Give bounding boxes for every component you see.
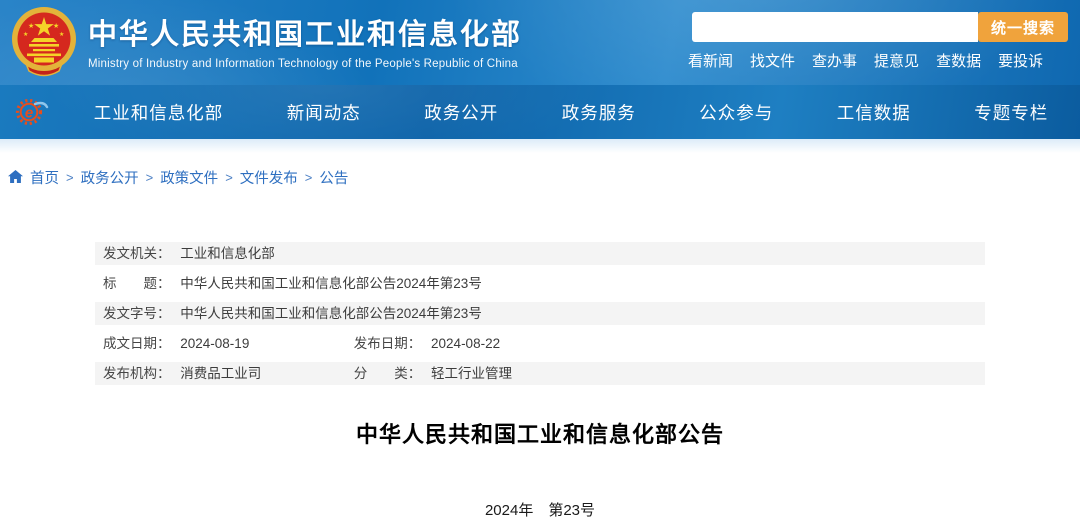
doc-number-label: 发文字号： [103,306,171,321]
miit-logo-icon[interactable]: e [11,94,51,135]
breadcrumb: 首页 > 政务公开 > 政策文件 > 文件发布 > 公告 [0,153,1080,188]
unified-search-input[interactable] [692,12,978,42]
svg-text:e: e [25,105,33,122]
unified-search-button[interactable]: 统一搜索 [978,12,1068,42]
category-value: 轻工行业管理 [431,366,513,381]
breadcrumb-home[interactable]: 首页 [30,167,59,188]
svg-text:★: ★ [28,22,34,30]
meta-row-doc-number: 发文字号： 中华人民共和国工业和信息化部公告2024年第23号 [95,302,985,325]
breadcrumb-document-release[interactable]: 文件发布 [240,167,298,188]
written-date-label: 成文日期： [103,336,171,351]
nav-item-ministry-home[interactable]: 工业和信息化部 [94,100,224,125]
article-issue-number: 2024年 第23号 [484,502,596,519]
home-icon[interactable] [8,170,23,184]
doc-meta-table: 发文机关： 工业和信息化部 标 题： 中华人民共和国工业和信息化部公告2024年… [95,242,985,385]
nav-items: 工业和信息化部 新闻动态 政务公开 政务服务 公众参与 工信数据 专题专栏 [62,85,1080,139]
breadcrumb-separator: > [145,169,154,185]
quick-link-services[interactable]: 查办事 [812,50,857,71]
meta-row-issuing-authority: 发文机关： 工业和信息化部 [95,242,985,265]
breadcrumb-separator: > [304,169,313,185]
publish-date-value: 2024-08-22 [431,336,501,351]
site-header: ★ ★ ★ ★ 中华人民共和国工业和信息化部 Ministry of Indus… [0,0,1080,85]
quick-link-complaint[interactable]: 要投诉 [998,50,1043,71]
site-title: 中华人民共和国工业和信息化部 [88,19,523,51]
doc-number-value: 中华人民共和国工业和信息化部公告2024年第23号 [180,306,482,321]
national-emblem-icon: ★ ★ ★ ★ [8,6,80,85]
publish-date-label: 发布日期： [353,336,422,351]
nav-item-gov-services[interactable]: 政务服务 [562,100,636,125]
breadcrumb-policy-documents[interactable]: 政策文件 [160,167,218,188]
breadcrumb-announcement[interactable]: 公告 [319,167,348,188]
nav-item-public-participation[interactable]: 公众参与 [699,100,773,125]
quick-link-feedback[interactable]: 提意见 [874,50,919,71]
nav-item-miit-data[interactable]: 工信数据 [837,100,911,125]
svg-text:★: ★ [59,31,64,38]
meta-row-publisher-category: 发布机构： 消费品工业司 分 类： 轻工行业管理 [95,362,985,385]
nav-item-news[interactable]: 新闻动态 [287,100,361,125]
svg-text:★: ★ [23,31,28,38]
main-nav: e 工业和信息化部 新闻动态 政务公开 政务服务 公众参与 工信数据 专题专栏 [0,85,1080,139]
category-label: 分 类： [353,366,422,381]
nav-item-special-topics[interactable]: 专题专栏 [974,100,1048,125]
meta-row-title: 标 题： 中华人民共和国工业和信息化部公告2024年第23号 [95,272,985,295]
meta-row-dates: 成文日期： 2024-08-19 发布日期： 2024-08-22 [95,332,985,355]
doc-title-label: 标 题： [103,276,171,291]
unified-search-bar: 统一搜索 [692,12,1068,42]
quick-link-documents[interactable]: 找文件 [750,50,795,71]
written-date-value: 2024-08-19 [180,336,250,351]
nav-bottom-gradient [0,139,1080,153]
quick-link-data[interactable]: 查数据 [936,50,981,71]
doc-title-value: 中华人民共和国工业和信息化部公告2024年第23号 [180,276,482,291]
breadcrumb-separator: > [225,169,233,185]
publisher-value: 消费品工业司 [180,366,262,381]
svg-text:★: ★ [53,22,59,30]
quick-links: 看新闻 找文件 查办事 提意见 查数据 要投诉 [688,50,1043,71]
breadcrumb-gov-disclosure[interactable]: 政务公开 [81,167,139,188]
breadcrumb-separator: > [66,169,74,185]
article-title: 中华人民共和国工业和信息化部公告 [355,422,724,447]
quick-link-news[interactable]: 看新闻 [688,50,733,71]
issuing-authority-value: 工业和信息化部 [180,246,275,261]
site-identity: 中华人民共和国工业和信息化部 Ministry of Industry and … [88,11,522,70]
publisher-label: 发布机构： [103,366,171,381]
issuing-authority-label: 发文机关： [103,246,171,261]
nav-item-gov-disclosure[interactable]: 政务公开 [424,100,498,125]
site-subtitle: Ministry of Industry and Information Tec… [88,58,518,70]
